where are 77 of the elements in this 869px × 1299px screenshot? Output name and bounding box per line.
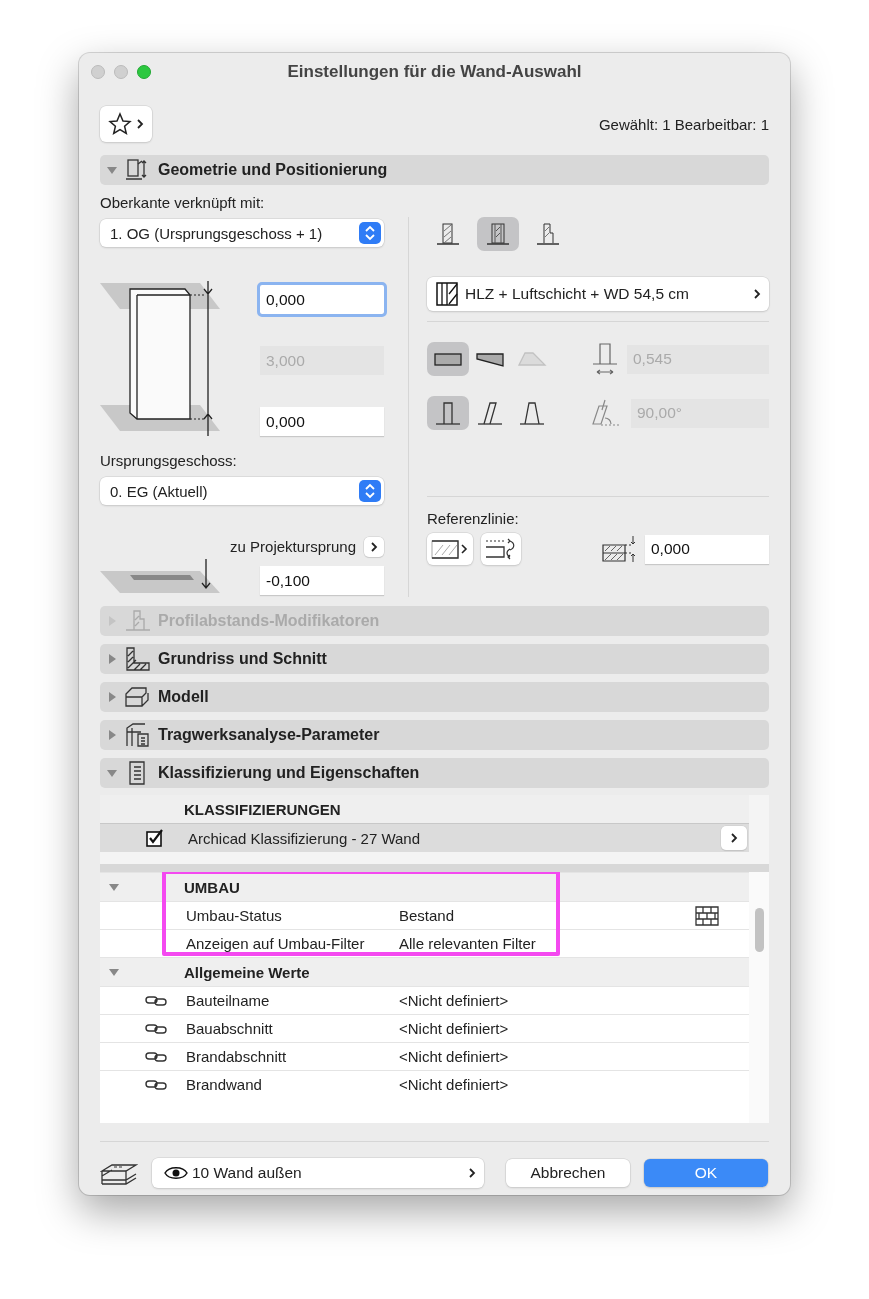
reference-offset-icon: [601, 535, 637, 563]
disclosure-triangle-icon[interactable]: [108, 966, 120, 978]
classification-row[interactable]: Archicad Klassifizierung - 27 Wand: [100, 823, 749, 852]
box-icon: [124, 684, 152, 710]
property-value: <Nicht definiert>: [399, 1020, 510, 1037]
property-name: Bauabschnitt: [186, 1020, 274, 1037]
favorites-button[interactable]: [100, 106, 152, 142]
wall-shape-icon: [517, 349, 547, 369]
wall-structure-icon: [535, 221, 561, 247]
wall-structure-icon: [435, 221, 461, 247]
flip-reference-button[interactable]: [481, 533, 521, 565]
wall-profile-icon: [124, 608, 152, 634]
frame-document-icon: [124, 722, 152, 748]
chevron-button[interactable]: [364, 537, 384, 557]
field-label: zu Projektursprung: [230, 537, 356, 557]
link-icon: [144, 993, 167, 1008]
link-icon: [144, 1049, 167, 1064]
layer-selector[interactable]: 10 Wand außen: [152, 1158, 484, 1188]
wall-slant-icon: [476, 400, 504, 426]
property-name: Brandwand: [186, 1076, 263, 1093]
story-dropdown[interactable]: 0. EG (Aktuell): [100, 477, 384, 505]
disclosure-triangle-icon[interactable]: [108, 881, 120, 893]
panel-header[interactable]: Modell: [100, 682, 769, 712]
scrollbar-thumb[interactable]: [755, 908, 764, 952]
composite-selector[interactable]: HLZ + Luftschicht + WD 54,5 cm: [427, 277, 769, 311]
hatch-icon: [124, 646, 152, 672]
chevron-icon: [753, 288, 761, 300]
reference-offset-field[interactable]: 0,000: [645, 534, 769, 564]
property-name: Bauteilname: [186, 992, 271, 1009]
checkbox[interactable]: [146, 829, 164, 847]
chevron-button[interactable]: [721, 826, 747, 850]
chevron-icon: [468, 1167, 476, 1179]
eye-icon: [164, 1165, 188, 1181]
property-value: Bestand: [399, 907, 456, 924]
link-icon: [144, 1021, 167, 1036]
wall-slant-icon: [434, 400, 462, 426]
structure-toggle[interactable]: [477, 217, 519, 251]
cancel-button[interactable]: Abbrechen: [506, 1159, 630, 1187]
field-label: Ursprungsgeschoss:: [100, 451, 238, 471]
property-value: <Nicht definiert>: [399, 1048, 510, 1065]
window-title: Einstellungen für die Wand-Auswahl: [287, 62, 582, 82]
field-label: Oberkante verknüpft mit:: [100, 193, 266, 213]
brick-wall-icon: [695, 905, 719, 926]
wall-structure-icon: [485, 221, 511, 247]
star-icon: [108, 112, 132, 136]
property-name: Umbau-Status: [186, 907, 283, 924]
chevron-icon: [730, 832, 738, 844]
reference-line-icon: [430, 537, 470, 561]
field-label: Referenzlinie:: [427, 509, 520, 529]
chevron-icon: [370, 541, 378, 553]
property-value: <Nicht definiert>: [399, 1076, 510, 1093]
wall-thickness-icon: [591, 342, 619, 376]
group-heading: UMBAU: [184, 878, 240, 896]
property-name: Brandabschnitt: [186, 1048, 288, 1065]
panel-header[interactable]: Geometrie und Positionierung: [100, 155, 769, 185]
base-elevation-field[interactable]: -0,100: [260, 566, 384, 595]
wall-slant-icon: [518, 400, 546, 426]
stepper-icon: [359, 480, 381, 502]
panel-header[interactable]: Grundriss und Schnitt: [100, 644, 769, 674]
link-icon: [144, 1077, 167, 1092]
selection-info: Gewählt: 1 Bearbeitbar: 1: [598, 115, 769, 133]
reference-line-button[interactable]: [427, 533, 473, 565]
property-value: Alle relevanten Filter: [399, 935, 537, 952]
composite-wall-icon: [435, 282, 459, 306]
stepper-icon: [359, 222, 381, 244]
bottom-offset-field[interactable]: 0,000: [260, 407, 384, 436]
top-offset-field[interactable]: 0,000: [260, 285, 384, 314]
section-heading: KLASSIFIZIERUNGEN: [184, 800, 341, 818]
property-value: <Nicht definiert>: [399, 992, 510, 1009]
chevron-icon: [136, 118, 144, 130]
panel-header[interactable]: Klassifizierung und Eigenschaften: [100, 758, 769, 788]
shape-toggle[interactable]: [427, 342, 469, 376]
panel-header[interactable]: Tragwerksanalyse-Parameter: [100, 720, 769, 750]
story-dropdown[interactable]: 1. OG (Ursprungsgeschoss + 1): [100, 219, 384, 247]
group-heading: Allgemeine Werte: [184, 963, 310, 981]
property-name: Anzeigen auf Umbau-Filter: [186, 935, 366, 952]
slant-toggle[interactable]: [427, 396, 469, 430]
